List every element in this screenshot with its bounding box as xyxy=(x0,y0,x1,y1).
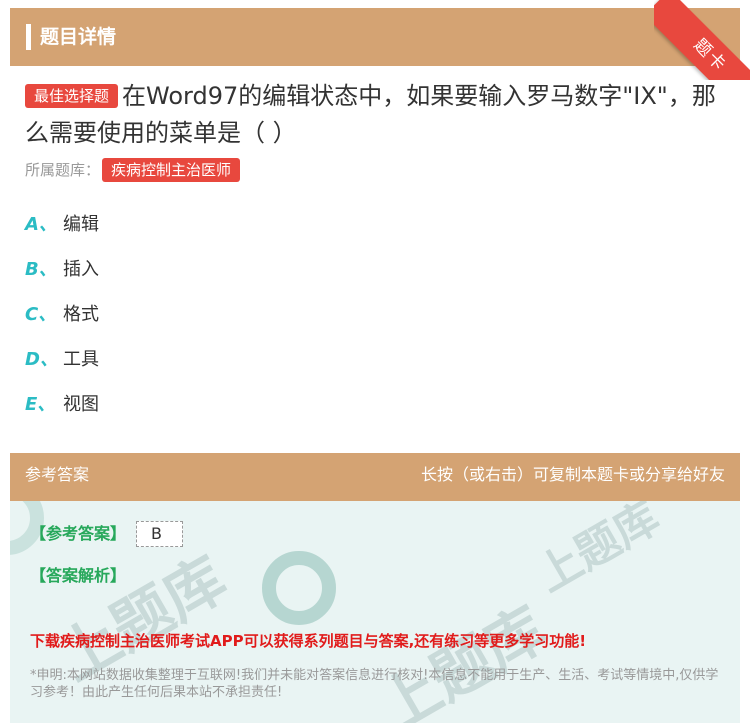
option-text: 编辑 xyxy=(63,214,99,235)
option-e[interactable]: E、 视图 xyxy=(25,386,725,431)
question-stem: 最佳选择题 在Word97的编辑状态中，如果要输入罗马数字"IX"，那么需要使用的… xyxy=(25,78,725,152)
option-text: 格式 xyxy=(63,304,99,325)
question-bank-row: 所属题库： 疾病控制主治医师 xyxy=(25,158,241,182)
reference-answer-label: 【参考答案】 xyxy=(30,524,127,543)
option-text: 插入 xyxy=(63,259,99,280)
answer-section-title: 参考答案 xyxy=(25,465,90,484)
reference-answer-row: 【参考答案】 B xyxy=(30,521,183,547)
share-hint: 长按（或右击）可复制本题卡或分享给好友 xyxy=(420,465,725,484)
header-accent-bar xyxy=(26,24,31,50)
analysis-label: 【答案解析】 xyxy=(30,566,127,585)
watermark-text: 上题库 xyxy=(528,501,669,602)
option-letter: E、 xyxy=(25,394,56,415)
card-header: 题目详情 xyxy=(10,8,740,66)
option-text: 工具 xyxy=(63,349,99,370)
option-letter: D、 xyxy=(25,349,58,370)
answer-header: 参考答案 长按（或右击）可复制本题卡或分享给好友 xyxy=(10,453,740,501)
disclaimer-text: *申明:本网站数据收集整理于互联网!我们并未能对答案信息进行核对!本信息不能用于… xyxy=(30,668,719,700)
watermark-text: 上题库 xyxy=(367,593,559,723)
question-type-badge: 最佳选择题 xyxy=(25,84,119,108)
options-list: A、 编辑 B、 插入 C、 格式 D、 工具 E、 视图 xyxy=(25,206,725,431)
option-b[interactable]: B、 插入 xyxy=(25,251,725,296)
option-d[interactable]: D、 工具 xyxy=(25,341,725,386)
option-c[interactable]: C、 格式 xyxy=(25,296,725,341)
question-card: 题目详情 题卡 最佳选择题 在Word97的编辑状态中，如果要输入罗马数字"IX"… xyxy=(10,0,750,723)
option-a[interactable]: A、 编辑 xyxy=(25,206,725,251)
option-letter: C、 xyxy=(25,304,57,325)
corner-ribbon: 题卡 xyxy=(654,0,750,80)
bank-label: 所属题库： xyxy=(25,161,101,179)
option-letter: A、 xyxy=(25,214,57,235)
reference-answer-value: B xyxy=(136,521,183,547)
option-text: 视图 xyxy=(63,394,99,415)
ribbon-label: 题卡 xyxy=(654,0,750,80)
page-title: 题目详情 xyxy=(40,26,117,48)
app-promo-link[interactable]: 下载疾病控制主治医师考试APP可以获得系列题目与答案,还有练习等更多学习功能! xyxy=(30,630,586,652)
watermark-logo-icon xyxy=(262,551,336,625)
answer-body: 上题库 上题库 上题库 【参考答案】 B 【答案解析】 下载疾病控制主治医师考试A… xyxy=(10,501,740,723)
analysis-row: 【答案解析】 xyxy=(30,563,126,589)
option-letter: B、 xyxy=(25,259,57,280)
question-text: 在Word97的编辑状态中，如果要输入罗马数字"IX"，那么需要使用的菜单是（ … xyxy=(25,82,716,147)
bank-tag[interactable]: 疾病控制主治医师 xyxy=(102,158,241,182)
